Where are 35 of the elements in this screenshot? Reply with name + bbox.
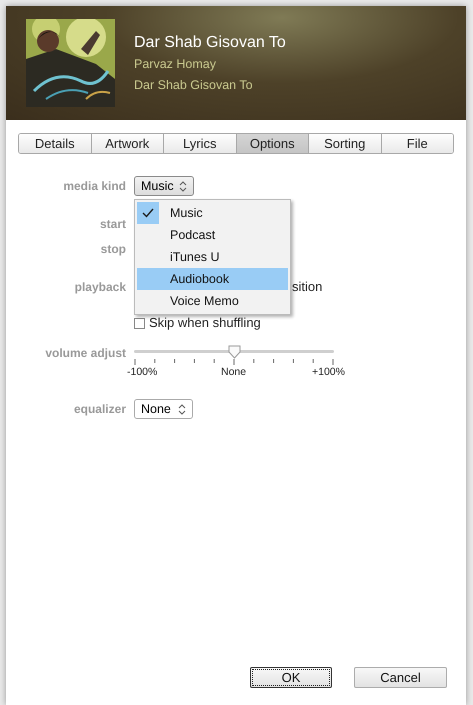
checkbox[interactable]	[134, 318, 145, 328]
tick-label: +100%	[312, 365, 345, 380]
equalizer-select[interactable]: None	[134, 399, 193, 419]
field-label: volume adjust	[44, 345, 126, 361]
checkbox-label: sition	[292, 278, 322, 296]
checkmark-icon	[137, 202, 159, 224]
field-label: media kind	[62, 178, 126, 195]
chevron-icon	[178, 180, 187, 192]
tick-label: None	[221, 365, 246, 380]
ok-button[interactable]: OK	[250, 667, 332, 688]
field-label: equalizer	[72, 401, 126, 418]
field-label: playback	[74, 279, 126, 296]
volume-slider[interactable]	[134, 345, 334, 359]
tab[interactable]: File	[380, 134, 453, 153]
menu-item[interactable]: iTunes U	[137, 246, 288, 268]
song-title: Dar Shab Gisovan To	[134, 33, 286, 53]
slider-thumb[interactable]	[228, 345, 240, 359]
tab[interactable]: Sorting	[308, 134, 380, 153]
tick-label: -100%	[127, 365, 158, 380]
cancel-button[interactable]: Cancel	[354, 667, 447, 688]
tab[interactable]: Artwork	[90, 134, 163, 153]
chevron-icon	[178, 404, 186, 414]
checkbox-label: Skip when shuffling	[149, 314, 261, 332]
tab[interactable]: Options	[236, 134, 308, 153]
tab[interactable]: Lyrics	[163, 134, 236, 153]
field-label: stop	[100, 241, 126, 258]
tab[interactable]: Details	[19, 134, 90, 153]
media-kind-select[interactable]: Music	[134, 176, 194, 196]
menu-item[interactable]: Music	[137, 202, 288, 224]
menu-item[interactable]: Podcast	[137, 224, 288, 246]
field-label: start	[98, 216, 126, 233]
menu-item[interactable]: Voice Memo	[137, 290, 288, 312]
artist-name: Parvaz Homay	[134, 56, 217, 73]
menu-item[interactable]: Audiobook	[137, 268, 288, 290]
album-name: Dar Shab Gisovan To	[134, 77, 254, 94]
